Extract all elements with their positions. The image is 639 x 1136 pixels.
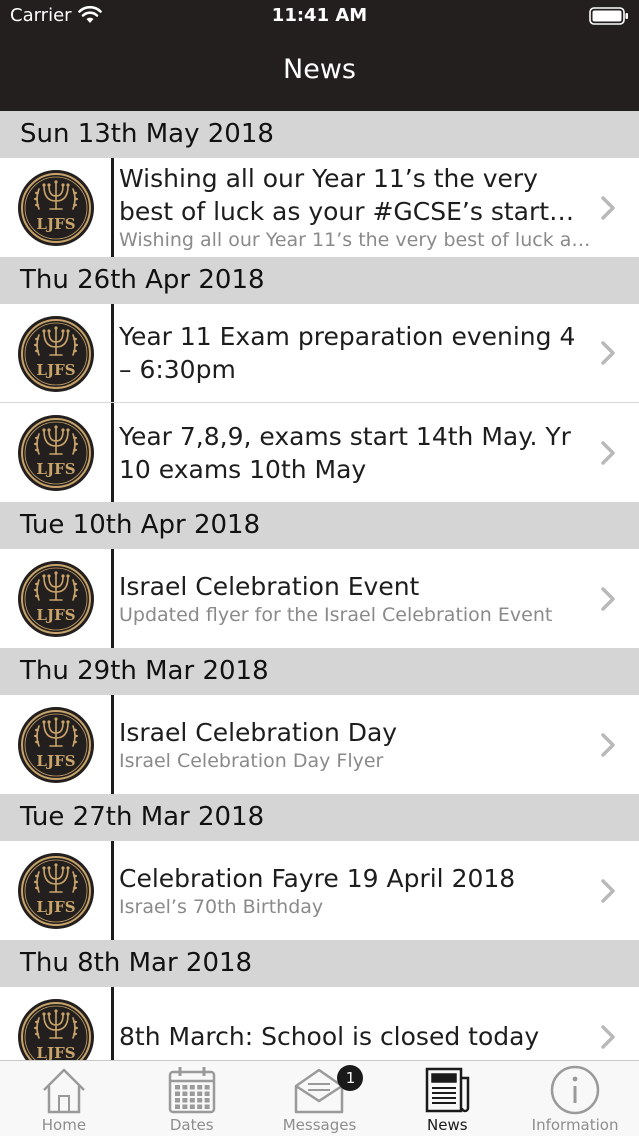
news-item-title: 8th March: School is closed today <box>119 1022 540 1051</box>
section-header-date: Sun 13th May 2018 <box>0 111 639 158</box>
row-divider <box>111 304 114 402</box>
news-item-title: Wishing all our Year 11’s the very best … <box>119 164 550 226</box>
info-icon <box>550 1065 600 1115</box>
news-item-text: Year 7,8,9, exams start 14th May. Yr 10 … <box>119 403 593 502</box>
navigation-bar: News <box>0 34 639 111</box>
battery-icon <box>589 7 628 25</box>
section-header-date: Tue 27th Mar 2018 <box>0 794 639 841</box>
chevron-right-icon <box>601 195 615 220</box>
school-logo-text: LJFS <box>36 215 75 233</box>
tab-label: Information <box>531 1116 619 1134</box>
page-title: News <box>283 54 356 85</box>
unread-badge: 1 <box>337 1065 364 1091</box>
news-item-title: Year 7,8,9, exams start 14th May. Yr 10 … <box>119 421 571 484</box>
news-item-text: Year 11 Exam preparation evening 4 – 6:3… <box>119 304 593 402</box>
news-item[interactable]: LJFS Year 7,8,9, exams start 14th May. Yr… <box>0 403 639 502</box>
newspaper-icon <box>426 1067 470 1113</box>
news-item-title: Israel Celebration Day <box>119 717 398 747</box>
news-item-text: Celebration Fayre 19 April 2018 Israel’s … <box>119 841 593 940</box>
news-item[interactable]: LJFS Israel Celebration Event Updated flye… <box>0 549 639 648</box>
section-header-date: Thu 26th Apr 2018 <box>0 257 639 304</box>
news-item-subtitle: Wishing all our Year 11’s the very best … <box>119 229 593 251</box>
school-logo-text: LJFS <box>36 460 75 478</box>
news-item-title: Celebration Fayre 19 April 2018 <box>119 863 516 893</box>
chevron-right-icon <box>601 341 615 365</box>
news-item[interactable]: LJFS 8th March: School is closed today <box>0 987 639 1060</box>
row-divider <box>111 549 114 648</box>
school-logo-text: LJFS <box>36 752 75 770</box>
news-list[interactable]: Sun 13th May 2018 LJFS Wishing all our Yea… <box>0 111 639 1060</box>
chevron-right-icon <box>601 1024 615 1049</box>
row-divider <box>111 987 114 1060</box>
tab-label: News <box>427 1116 468 1134</box>
section-header-date: Tue 10th Apr 2018 <box>0 502 639 549</box>
status-time: 11:41 AM <box>271 5 368 26</box>
school-logo: LJFS <box>17 998 95 1060</box>
chevron-right-icon <box>601 878 615 903</box>
calendar-icon <box>168 1067 215 1114</box>
news-item-text: Israel Celebration Day Israel Celebration… <box>119 695 593 794</box>
tab-dates[interactable]: Dates <box>128 1061 256 1136</box>
section-header-date: Thu 8th Mar 2018 <box>0 940 639 987</box>
news-item-text: 8th March: School is closed today <box>119 987 593 1060</box>
news-item[interactable]: LJFS Israel Celebration Day Israel Celebra… <box>0 695 639 794</box>
row-divider <box>111 695 114 794</box>
news-item-text: Wishing all our Year 11’s the very best … <box>119 158 593 257</box>
tab-label: Messages <box>282 1116 357 1134</box>
news-item-title: Year 11 Exam preparation evening 4 – 6:3… <box>119 322 576 384</box>
tab-home[interactable]: Home <box>0 1061 128 1136</box>
tab-information[interactable]: Information <box>511 1061 639 1136</box>
news-item[interactable]: LJFS Wishing all our Year 11’s the very b… <box>0 158 639 257</box>
news-item-subtitle: Israel’s 70th Birthday <box>119 895 324 918</box>
tab-messages[interactable]: 1 Messages <box>256 1061 384 1136</box>
tab-bar: Home Dates 1 Messages News Information <box>0 1060 639 1136</box>
school-logo-text: LJFS <box>36 1044 75 1060</box>
school-logo: LJFS <box>17 169 95 247</box>
news-item[interactable]: LJFS Celebration Fayre 19 April 2018 Israe… <box>0 841 639 940</box>
news-item-subtitle: Israel Celebration Day Flyer <box>119 749 384 772</box>
school-logo: LJFS <box>17 414 95 492</box>
school-logo: LJFS <box>17 852 95 930</box>
news-item-text: Israel Celebration Event Updated flyer fo… <box>119 549 593 648</box>
tab-label: Home <box>41 1116 87 1134</box>
tab-label: Dates <box>169 1116 214 1134</box>
school-logo-text: LJFS <box>36 898 75 916</box>
chevron-right-icon <box>601 440 615 465</box>
news-item-subtitle: Updated flyer for the Israel Celebration… <box>119 603 553 626</box>
row-divider <box>111 841 114 940</box>
school-logo: LJFS <box>17 706 95 784</box>
tab-news[interactable]: News <box>383 1061 511 1136</box>
row-divider <box>111 403 114 502</box>
home-icon <box>43 1068 85 1114</box>
status-bar: Carrier 11:41 AM <box>0 0 639 34</box>
row-divider <box>111 158 114 257</box>
school-logo-text: LJFS <box>36 361 75 379</box>
news-item-title: Israel Celebration Event <box>119 571 420 601</box>
school-logo: LJFS <box>17 315 95 393</box>
school-logo: LJFS <box>17 560 95 638</box>
news-item[interactable]: LJFS Year 11 Exam preparation evening 4 –… <box>0 304 639 403</box>
chevron-right-icon <box>601 732 615 757</box>
chevron-right-icon <box>601 586 615 611</box>
section-header-date: Thu 29th Mar 2018 <box>0 648 639 695</box>
school-logo-text: LJFS <box>36 606 75 624</box>
